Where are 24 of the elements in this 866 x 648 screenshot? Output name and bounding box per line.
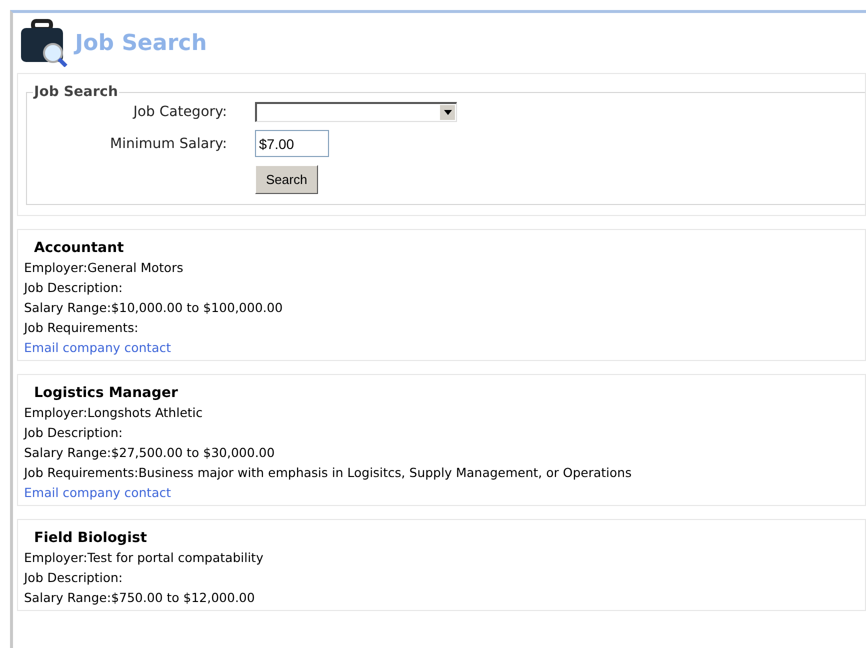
field-label: Minimum Salary:: [108, 136, 227, 152]
salary-field[interactable]: $7.00: [255, 130, 329, 157]
fieldset-legend: Job Search: [33, 84, 119, 100]
job-detail: Job Requirements:: [24, 319, 140, 337]
job-detail: Salary Range:$27,500.00 to $30,000.00: [24, 444, 276, 462]
category-dropdown[interactable]: [255, 102, 457, 122]
job-detail: Salary Range:$10,000.00 to $100,000.00: [24, 299, 284, 317]
email-link[interactable]: Email company contact: [24, 340, 172, 355]
job-detail: Employer:Longshots Athletic: [24, 404, 204, 422]
job-detail: Employer:General Motors: [24, 259, 184, 277]
job-title: Field Biologist: [34, 529, 148, 548]
field-label: Job Category:: [132, 104, 227, 120]
job-title: Accountant: [34, 239, 125, 258]
job-detail: Job Description:: [24, 424, 124, 442]
email-link[interactable]: Email company contact: [24, 485, 172, 500]
page-title: Job Search: [75, 30, 207, 56]
job-detail: Employer:Test for portal compatability: [24, 549, 264, 567]
job-detail: Job Requirements:Business major with emphasis in Logisitcs, Supply Management, or Operations: [24, 464, 633, 482]
job-title: Logistics Manager: [34, 384, 179, 403]
briefcase-magnifier-icon: [19, 19, 69, 67]
job-detail: Job Description:: [24, 569, 124, 587]
job-detail: Salary Range:$750.00 to $12,000.00: [24, 589, 256, 607]
search-button[interactable]: Search: [255, 165, 318, 194]
job-detail: Job Description:: [24, 279, 124, 297]
